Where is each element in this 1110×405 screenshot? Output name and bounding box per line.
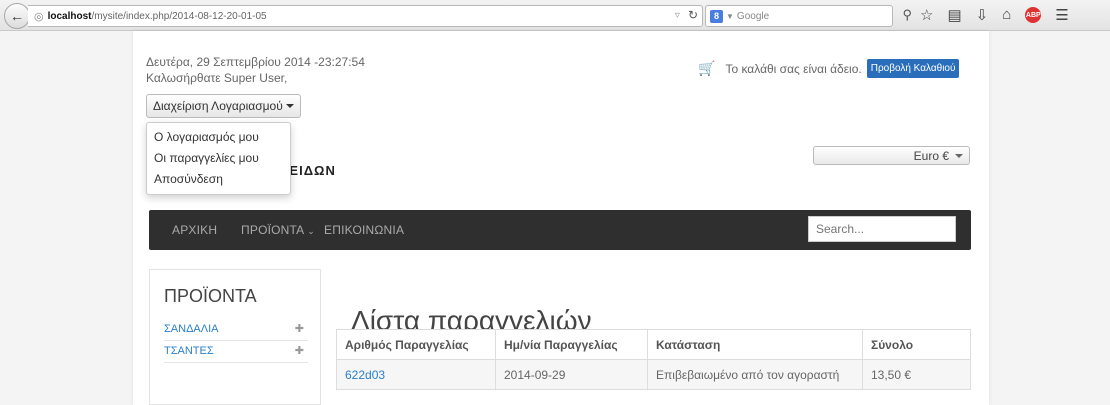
url-path: /mysite/index.php/2014-08-12-20-01-05: [91, 10, 267, 22]
column-header-order-date: Ημ/νία Παραγγελίας: [495, 329, 648, 360]
nav-item-contact[interactable]: ΕΠΙΚΟΙΝΩΝΙΑ: [324, 223, 404, 237]
welcome-message: Καλωσήρθατε Super User,: [146, 71, 288, 85]
orders-table: Αριθμός Παραγγελίας Ημ/νία Παραγγελίας Κ…: [336, 329, 971, 390]
order-date-cell: 2014-09-29: [495, 359, 648, 390]
currency-select[interactable]: Euro €: [813, 146, 970, 165]
view-cart-button[interactable]: Προβολή Καλαθιού: [866, 59, 960, 78]
address-bar[interactable]: ◎ localhost /mysite/index.php/2014-08-12…: [28, 5, 703, 27]
order-total-cell: 13,50 €: [862, 359, 971, 390]
order-link[interactable]: 622d03: [345, 368, 385, 382]
categories-sidebar: ΠΡΟΪΟΝΤΑ ΣΑΝΔΑΛΙΑ ✚ ΤΣΑΝΤΕΣ ✚: [149, 269, 321, 405]
site-search-input[interactable]: [808, 216, 956, 242]
column-header-total: Σύνολο: [862, 329, 971, 360]
column-header-status: Κατάσταση: [647, 329, 863, 360]
cart-status-text: Το καλάθι σας είναι άδειο.: [725, 61, 862, 76]
caret-down-icon: [955, 153, 963, 158]
current-datetime: Δευτέρα, 29 Σεπτεμβρίου 2014 -23:27:54: [146, 55, 365, 69]
shopping-cart-icon: 🛒: [698, 60, 716, 76]
chevron-down-icon: ⌄: [307, 226, 316, 236]
search-icon[interactable]: ⚲: [902, 7, 912, 23]
dropdown-arrow-icon[interactable]: ▿: [675, 10, 680, 21]
caret-down-icon: [285, 104, 294, 108]
browser-search-bar[interactable]: 8 ▼ Google ⚲: [705, 5, 912, 27]
menu-item-my-orders[interactable]: Οι παραγγελίες μου: [147, 148, 290, 169]
home-icon[interactable]: ⌂: [1002, 6, 1011, 24]
search-engine-dropdown-icon[interactable]: ▼: [726, 12, 734, 21]
nav-item-products[interactable]: ΠΡΟΪΟΝΤΑ ⌄: [241, 223, 315, 237]
adblock-icon[interactable]: ABP: [1025, 7, 1042, 23]
bookmark-star-icon[interactable]: ☆: [920, 6, 933, 24]
order-number-cell: 622d03: [336, 359, 496, 390]
column-header-order-number: Αριθμός Παραγγελίας: [336, 329, 496, 360]
globe-icon: ◎: [34, 10, 44, 23]
sidebar-title: ΠΡΟΪΟΝΤΑ: [164, 286, 257, 306]
back-arrow-icon[interactable]: ←: [4, 3, 30, 29]
bookmarks-list-icon[interactable]: ▤: [947, 6, 961, 24]
browser-search-placeholder: Google: [736, 10, 770, 22]
category-link-bags[interactable]: ΤΣΑΝΤΕΣ: [164, 345, 214, 357]
currency-value: Euro €: [913, 148, 949, 163]
page-container: Δευτέρα, 29 Σεπτεμβρίου 2014 -23:27:54 Κ…: [133, 31, 989, 405]
table-row: 622d03 2014-09-29 Επιβεβαιωμένο από τον …: [336, 359, 971, 390]
expand-plus-icon[interactable]: ✚: [295, 344, 304, 357]
account-menu-label: Διαχείριση Λογαριασμού: [153, 99, 283, 113]
account-dropdown-menu: Ο λογαριασμός μου Οι παραγγελίες μου Απο…: [146, 122, 291, 195]
sidebar-category-row: ΣΑΝΔΑΛΙΑ ✚: [164, 320, 308, 341]
url-host: localhost: [47, 10, 92, 22]
browser-toolbar: ← ◎ localhost /mysite/index.php/2014-08-…: [0, 0, 1110, 31]
reload-icon[interactable]: ↻: [688, 8, 698, 22]
table-header-row: Αριθμός Παραγγελίας Ημ/νία Παραγγελίας Κ…: [336, 329, 971, 360]
cart-summary: 🛒 Το καλάθι σας είναι άδειο. Προβολή Καλ…: [698, 59, 960, 78]
search-engine-icon[interactable]: 8: [710, 9, 723, 23]
main-navbar: ΑΡΧΙΚΗ ΠΡΟΪΟΝΤΑ ⌄ ΕΠΙΚΟΙΝΩΝΙΑ: [149, 210, 971, 250]
sidebar-category-row: ΤΣΑΝΤΕΣ ✚: [164, 342, 308, 363]
menu-icon[interactable]: ☰: [1055, 6, 1068, 24]
nav-item-home[interactable]: ΑΡΧΙΚΗ: [172, 223, 217, 237]
account-menu-button[interactable]: Διαχείριση Λογαριασμού: [146, 94, 301, 118]
download-icon[interactable]: ⇩: [976, 6, 989, 24]
expand-plus-icon[interactable]: ✚: [295, 322, 304, 335]
order-status-cell: Επιβεβαιωμένο από τον αγοραστή: [647, 359, 863, 390]
menu-item-logout[interactable]: Αποσύνδεση: [147, 169, 290, 190]
menu-item-my-account[interactable]: Ο λογαριασμός μου: [147, 127, 290, 148]
nav-item-products-label: ΠΡΟΪΟΝΤΑ: [241, 223, 304, 237]
category-link-sandals[interactable]: ΣΑΝΔΑΛΙΑ: [164, 323, 219, 335]
